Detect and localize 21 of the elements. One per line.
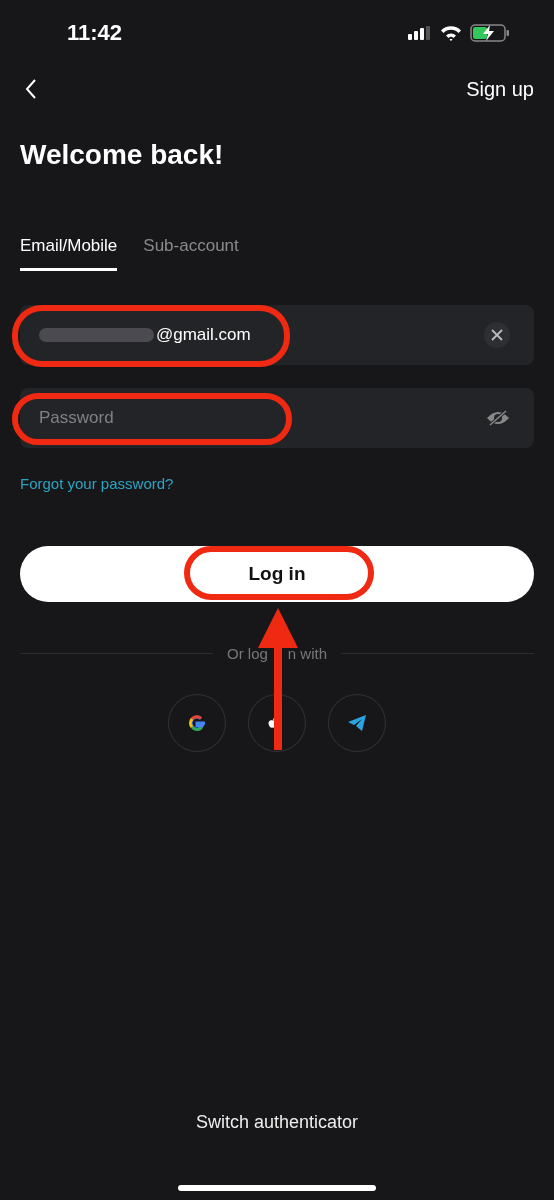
clear-button[interactable] (484, 322, 510, 348)
close-icon (491, 329, 503, 341)
wifi-icon (440, 25, 462, 41)
back-icon[interactable] (24, 78, 38, 100)
signal-icon (408, 26, 432, 40)
g-logo-icon (187, 713, 207, 733)
login-button[interactable]: Log in (20, 546, 534, 602)
divider-text: n with (287, 645, 328, 662)
eye-slash-icon[interactable] (486, 409, 510, 427)
password-placeholder: Password (39, 408, 115, 428)
tab[interactable]: Sub-account (143, 236, 239, 271)
paper-plane-icon (347, 714, 367, 732)
status-time: 11:42 (67, 20, 123, 46)
divider-text: Or log (227, 645, 268, 662)
battery-icon (470, 24, 510, 42)
tab[interactable]: Email/Mobile (20, 236, 118, 271)
forgot-password-link[interactable]: Forgot your password? (20, 475, 174, 492)
page-title: Welcome back! (20, 139, 225, 171)
email-value: @gmail.com (156, 325, 252, 345)
switch-authenticator-link[interactable]: Switch authenticator (195, 1112, 359, 1133)
sign-up-link[interactable]: Sign up (466, 77, 534, 101)
